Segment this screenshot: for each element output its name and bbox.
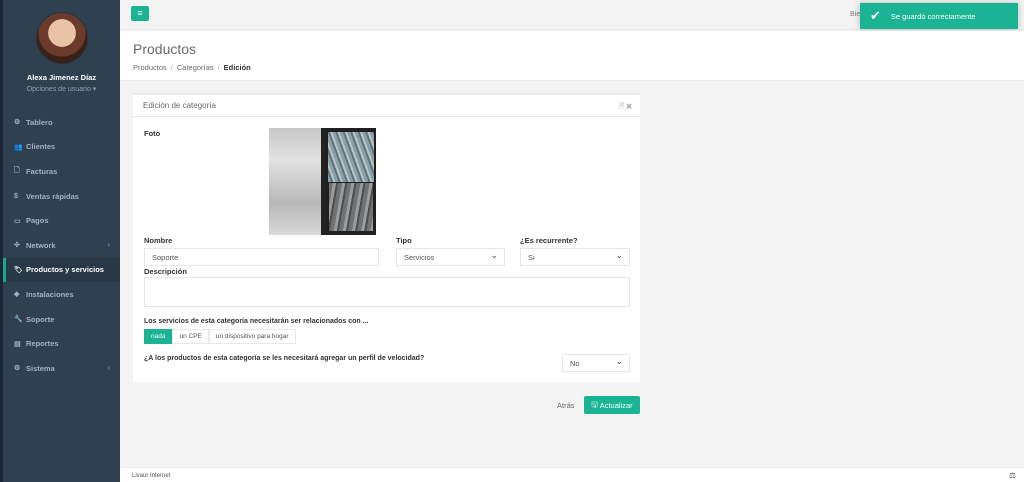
back-link[interactable]: Atrás [557, 401, 575, 410]
sidebar-item-label: Network [26, 240, 56, 250]
update-button-label: Actualizar [599, 400, 633, 410]
diamond-icon: ◆ [14, 291, 20, 299]
relacion-button-group: nada un CPE un dispositivo para hogar [144, 329, 296, 344]
check-icon: ✔ [870, 8, 881, 23]
success-toast[interactable]: ✔ Se guardó correctamente [860, 3, 1018, 29]
sidebar-item-label: Ventas rápidas [26, 191, 79, 201]
dollar-icon: $ [14, 192, 18, 200]
sidebar-item-label: Instalaciones [26, 289, 74, 299]
sidebar-item-clientes[interactable]: 👥 Clientes [3, 135, 120, 160]
sidebar-item-productos-y-servicios[interactable]: 🏷 Productos y servicios [3, 257, 120, 283]
sidebar-item-label: Productos y servicios [26, 265, 104, 275]
sidebar-nav: ⚙ Tablero 👥 Clientes 🗋 Facturas $ Ventas ráp… [3, 110, 120, 381]
sidebar-item-label: Facturas [26, 166, 58, 176]
chevron-left-icon: ‹ [107, 364, 110, 372]
sidebar-item-label: Reportes [26, 339, 59, 349]
recurrente-select[interactable]: Si [520, 248, 630, 266]
tipo-select[interactable]: Servicios [396, 248, 505, 266]
breadcrumb-categorias[interactable]: Categorías [177, 63, 214, 72]
relacion-label: Los servicios de esta categoría necesita… [144, 318, 369, 325]
relacion-nada-button[interactable]: nada [144, 329, 173, 344]
avatar[interactable] [35, 12, 88, 64]
tag-icon: 🏷 [14, 266, 23, 274]
sidebar-item-pagos[interactable]: ▭ Pagos [3, 208, 120, 233]
breadcrumb: Productos / Categorías / Edición [133, 63, 1011, 72]
wrench-icon: 🔧 [14, 316, 23, 324]
users-icon: 👥 [14, 143, 23, 151]
descripcion-label: Descripción [144, 267, 187, 276]
hamburger-icon: ≡ [137, 8, 143, 18]
sidebar-item-label: Clientes [26, 142, 56, 152]
page-title: Productos [133, 41, 197, 57]
category-photo[interactable] [269, 128, 376, 235]
nombre-input[interactable]: Soporte [144, 248, 379, 266]
edit-category-panel: Edición de categoría 🗎 ✖ Foto Nombre Sop… [133, 93, 640, 382]
file-icon: 🗋 [14, 166, 20, 174]
sidebar-item-instalaciones[interactable]: ◆ Instalaciones [3, 282, 120, 307]
sidebar-item-label: Soporte [26, 314, 55, 324]
sidebar-item-sistema[interactable]: ⚙ Sistema ‹ [3, 356, 120, 381]
velocidad-label: ¿A los productos de esta categoría se le… [144, 355, 425, 362]
network-icon: ✣ [14, 242, 20, 250]
breadcrumb-separator: / [170, 63, 173, 72]
balance-scale-icon[interactable]: ⚖ [1009, 471, 1016, 480]
relacion-dispositivo-hogar-button[interactable]: un dispositivo para hogar [208, 329, 296, 344]
sidebar-item-ventas-rapidas[interactable]: $ Ventas rápidas [3, 184, 120, 209]
menu-toggle-button[interactable]: ≡ [131, 6, 149, 21]
descripcion-textarea[interactable] [144, 277, 630, 307]
sidebar-item-facturas[interactable]: 🗋 Facturas [3, 159, 120, 184]
breadcrumb-edicion: Edición [223, 63, 251, 72]
cogs-icon: ⚙ [14, 365, 21, 373]
sidebar-item-soporte[interactable]: 🔧 Soporte [3, 307, 120, 332]
velocidad-select[interactable]: No [562, 354, 630, 372]
user-options-dropdown[interactable]: Opciones de usuario ▾ [3, 85, 120, 93]
dashboard-icon: ⚙ [14, 119, 21, 127]
footer: Livaur Internet ⚖ [120, 467, 1024, 482]
save-icon: 🖫 [591, 399, 598, 409]
panel-title-text: Edición de categoría [143, 101, 216, 110]
photo-box [269, 128, 321, 235]
sidebar: Alexa Jimenez Díaz Opciones de usuario ▾… [0, 0, 120, 482]
photo-screws [328, 132, 374, 182]
user-name: Alexa Jimenez Díaz [26, 73, 97, 82]
sidebar-item-label: Tablero [26, 117, 53, 127]
money-icon: ▭ [14, 217, 21, 225]
panel-title: Edición de categoría 🗎 ✖ [133, 95, 640, 117]
chevron-left-icon: ‹ [107, 241, 110, 249]
sidebar-item-network[interactable]: ✣ Network ‹ [3, 233, 120, 258]
relacion-cpe-button[interactable]: un CPE [172, 329, 209, 344]
sidebar-item-tablero[interactable]: ⚙ Tablero [3, 110, 120, 135]
report-icon: ▤ [14, 340, 21, 348]
tipo-label: Tipo [396, 236, 412, 245]
sidebar-item-label: Sistema [26, 363, 55, 373]
panel-tools-icons[interactable]: 🗎 ✖ [619, 102, 633, 113]
profile: Alexa Jimenez Díaz Opciones de usuario ▾ [3, 0, 120, 104]
breadcrumb-separator: / [217, 63, 220, 72]
sidebar-item-reportes[interactable]: ▤ Reportes [3, 331, 120, 356]
recurrente-label: ¿Es recurrente? [520, 236, 578, 245]
footer-text: Livaur Internet [132, 473, 171, 479]
photo-anchors [329, 183, 373, 231]
update-button[interactable]: 🖫 Actualizar [584, 396, 640, 414]
page-heading: Productos Productos / Categorías / Edición [120, 31, 1024, 81]
foto-label: Foto [144, 129, 161, 138]
toast-message: Se guardó correctamente [890, 11, 976, 21]
breadcrumb-productos[interactable]: Productos [133, 63, 167, 72]
nombre-label: Nombre [144, 236, 173, 245]
sidebar-item-label: Pagos [26, 216, 49, 226]
